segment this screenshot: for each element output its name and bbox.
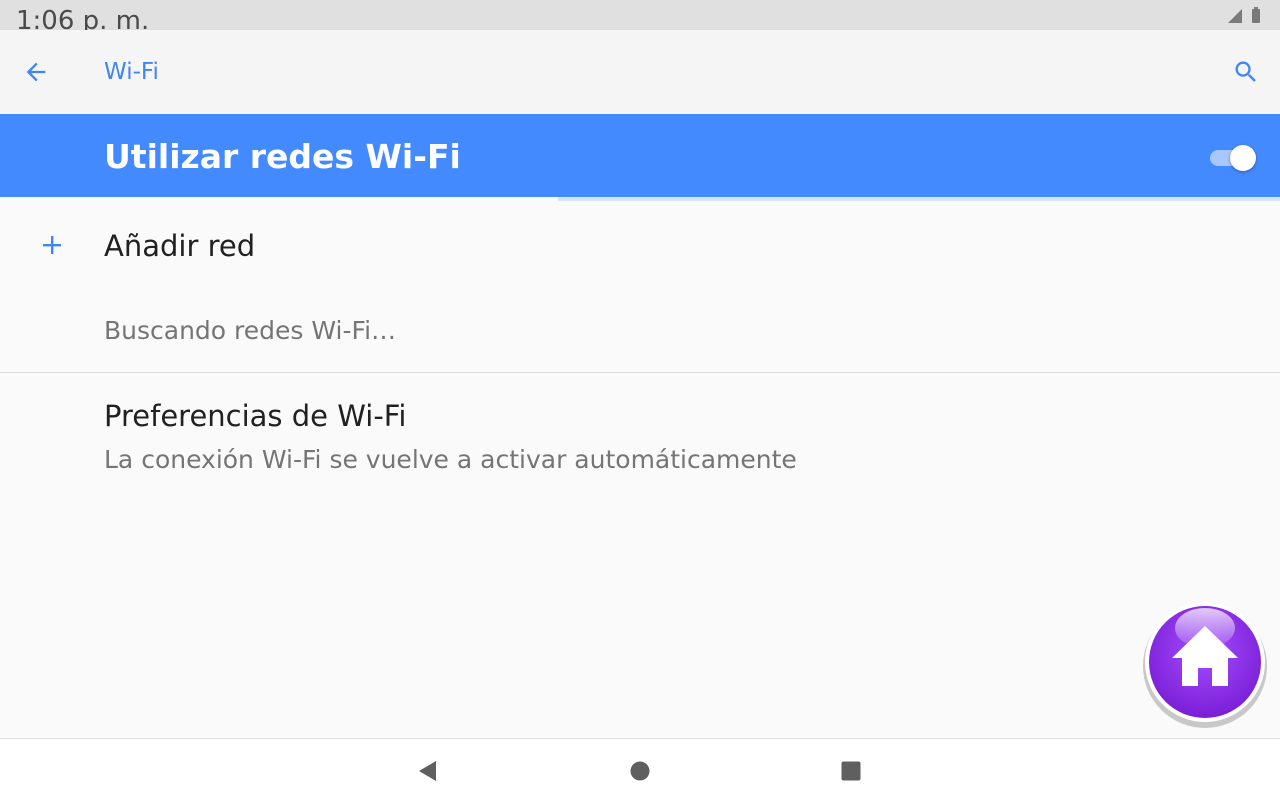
arrow-left-icon xyxy=(26,62,46,82)
signal-icon xyxy=(1228,9,1242,23)
wifi-settings-screen: 1:06 p. m. Wi-Fi Utilizar redes Wi-Fi Añ… xyxy=(0,0,1280,800)
page-title: Wi-Fi xyxy=(104,59,159,85)
status-bar: 1:06 p. m. xyxy=(0,0,1280,30)
plus-icon xyxy=(43,236,61,254)
battery-icon xyxy=(1252,9,1260,23)
nav-back-icon xyxy=(419,761,436,781)
wifi-preferences-title: Preferencias de Wi-Fi xyxy=(104,399,407,433)
floating-home-button[interactable] xyxy=(1142,600,1270,728)
search-icon xyxy=(1235,61,1256,82)
nav-recents-button[interactable] xyxy=(831,751,871,791)
add-network-row[interactable]: Añadir red xyxy=(0,201,1280,291)
app-toolbar: Wi-Fi xyxy=(0,30,1280,114)
wifi-preferences-summary: La conexión Wi-Fi se vuelve a activar au… xyxy=(104,445,797,474)
toggle-thumb xyxy=(1230,145,1256,171)
wifi-toggle-switch[interactable] xyxy=(1208,142,1256,172)
nav-back-button[interactable] xyxy=(408,751,448,791)
wifi-master-switch-bar[interactable]: Utilizar redes Wi-Fi xyxy=(0,114,1280,200)
search-button[interactable] xyxy=(1224,50,1268,94)
back-button[interactable] xyxy=(14,50,58,94)
status-time: 1:06 p. m. xyxy=(16,6,150,30)
add-network-label: Añadir red xyxy=(104,229,256,263)
nav-home-icon xyxy=(630,761,650,781)
home-icon xyxy=(1143,602,1267,728)
scanning-status-text: Buscando redes Wi-Fi… xyxy=(104,316,397,345)
nav-recents-icon xyxy=(841,761,861,781)
status-icons xyxy=(1224,6,1264,24)
navigation-bar xyxy=(0,738,1280,800)
nav-home-button[interactable] xyxy=(620,751,660,791)
wifi-master-switch-label: Utilizar redes Wi-Fi xyxy=(104,137,461,176)
wifi-preferences-row[interactable]: Preferencias de Wi-Fi La conexión Wi-Fi … xyxy=(0,373,1280,493)
